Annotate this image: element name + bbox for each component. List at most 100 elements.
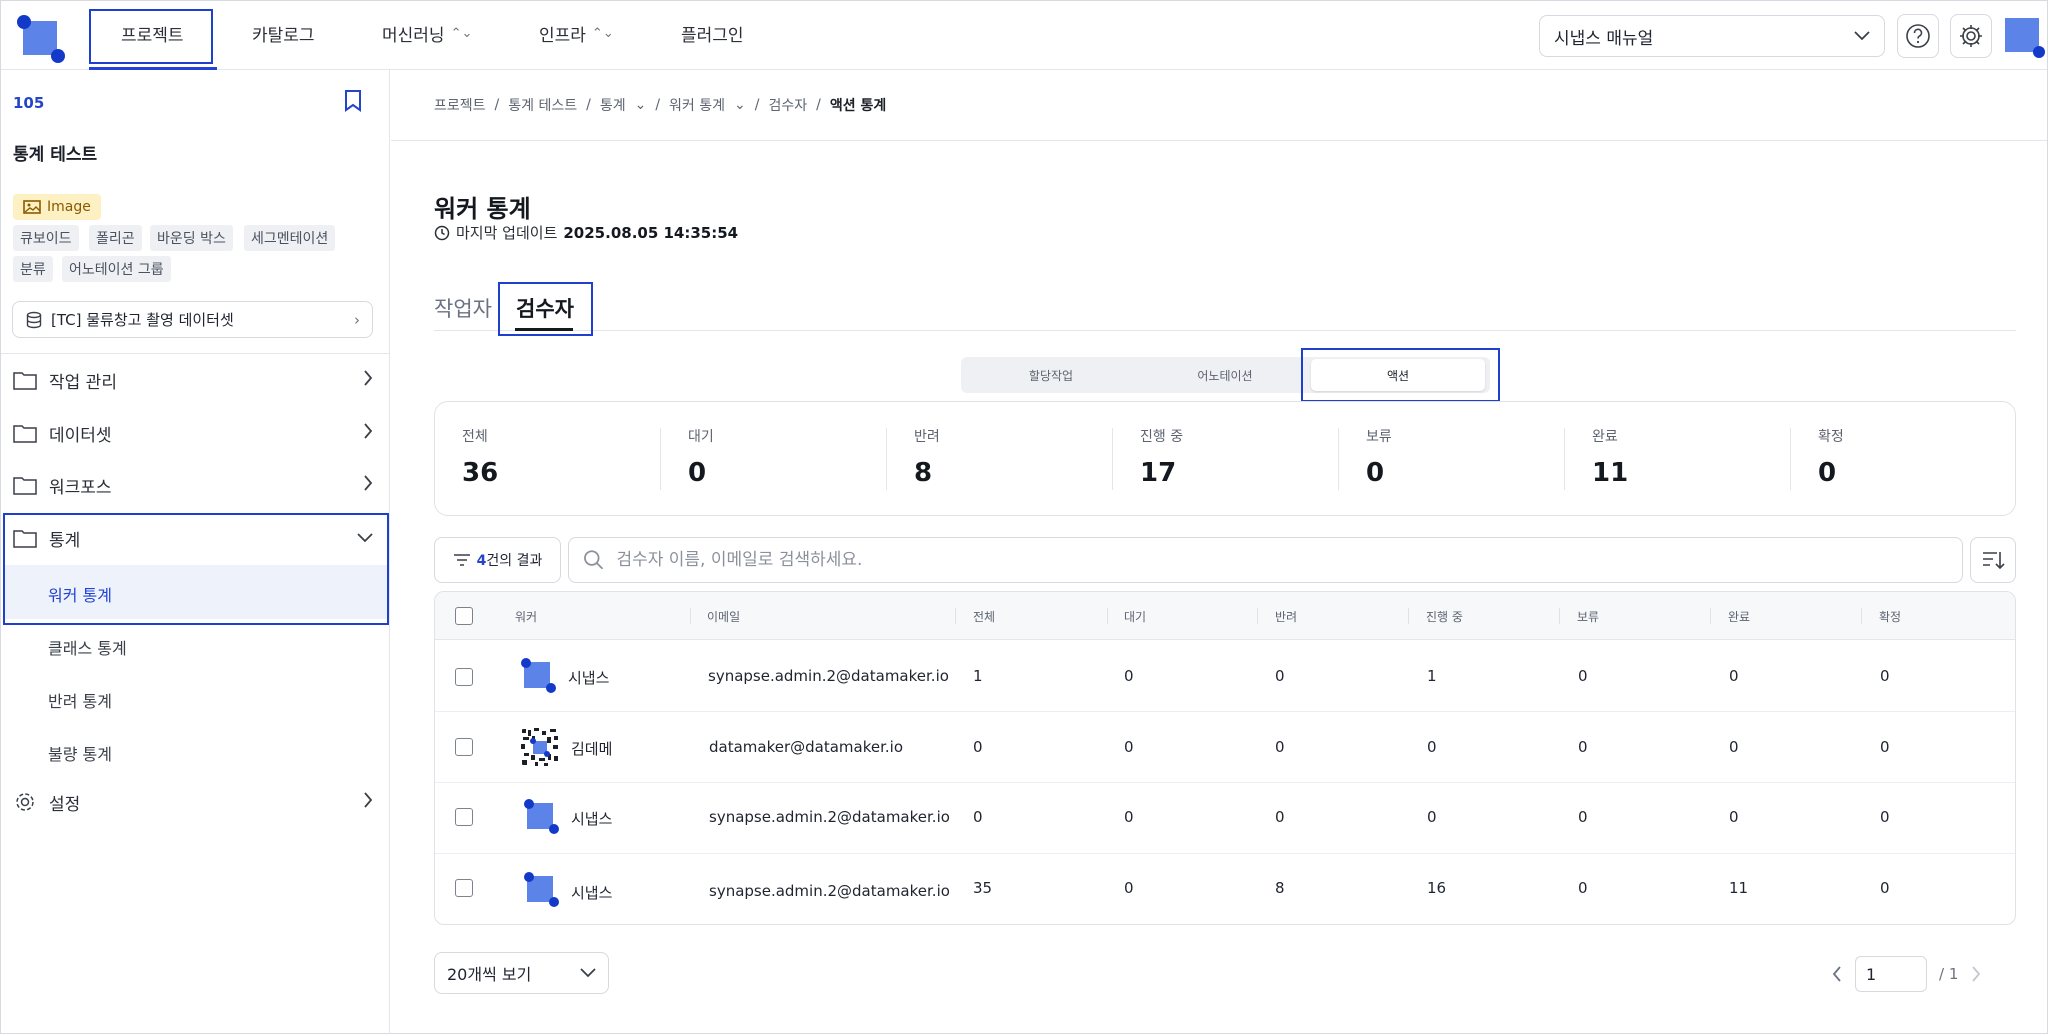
chevron-down-icon — [357, 528, 373, 548]
chevron-down-icon[interactable]: ⌄ — [635, 97, 647, 113]
search-input[interactable] — [616, 550, 1948, 570]
settings-button[interactable] — [1950, 14, 1992, 58]
row-checkbox[interactable] — [455, 808, 473, 826]
app-window: 프로젝트 카탈로그 머신러닝 ⌃⌄ 인프라 ⌃⌄ 플러그인 시냅스 매뉴얼 105 … — [0, 0, 2048, 1034]
breadcrumb-item[interactable]: 통계 — [600, 95, 626, 115]
logo[interactable] — [17, 15, 65, 63]
manual-select[interactable]: 시냅스 매뉴얼 — [1539, 15, 1885, 57]
column-header[interactable]: 보류 — [1577, 608, 1599, 625]
table-row[interactable]: 시냅스 synapse.admin.2@datamaker.io 35 0 8 … — [435, 854, 2015, 924]
column-header[interactable]: 워커 — [515, 608, 537, 625]
cell-waiting: 0 — [1124, 738, 1134, 756]
image-icon — [23, 200, 41, 214]
nav-item-project[interactable]: 프로젝트 — [121, 21, 184, 46]
avatar — [519, 655, 559, 695]
nav-item-plugin[interactable]: 플러그인 — [681, 21, 744, 46]
cell-done: 11 — [1729, 879, 1749, 897]
segment-annotation[interactable]: 어노테이션 — [1136, 357, 1314, 393]
table-row[interactable]: 시냅스 synapse.admin.2@datamaker.io 0 0 0 0… — [435, 783, 2015, 854]
table-row[interactable]: 김데메 datamaker@datamaker.io 0 0 0 0 0 0 0 — [435, 712, 2015, 783]
project-name: 통계 테스트 — [13, 145, 98, 165]
column-header[interactable]: 확정 — [1879, 608, 1901, 625]
annotation-tag: 큐보이드 — [13, 225, 79, 251]
dataset-selector[interactable]: [TC] 물류창고 촬영 데이터셋 › — [12, 301, 373, 338]
avatar — [520, 727, 560, 767]
filter-button[interactable]: 4건의 결과 — [434, 537, 561, 583]
folder-icon — [13, 425, 37, 443]
column-header[interactable]: 반려 — [1275, 608, 1297, 625]
nav-item-infra[interactable]: 인프라 ⌃⌄ — [539, 21, 614, 46]
search-box[interactable] — [568, 537, 1963, 583]
segment-assigned[interactable]: 할당작업 — [961, 357, 1141, 393]
annotation-tag: 분류 — [13, 256, 53, 282]
sidebar-subitem-class-stats[interactable]: 클래스 통계 — [48, 635, 127, 659]
worker-table: 워커 이메일 전체 대기 반려 진행 중 보류 완료 확정 시냅스 synaps… — [434, 591, 2016, 925]
divider — [391, 140, 2047, 141]
page-title: 워커 통계 — [434, 195, 531, 223]
database-icon — [26, 311, 42, 328]
pagination: 1 / 1 — [1831, 956, 1982, 992]
sidebar-item-dataset[interactable]: 데이터셋 — [13, 413, 373, 453]
column-header[interactable]: 대기 — [1124, 608, 1146, 625]
row-checkbox[interactable] — [455, 668, 473, 686]
avatar — [522, 796, 562, 836]
worker-name: 시냅스 — [571, 810, 613, 828]
nav-item-catalog[interactable]: 카탈로그 — [252, 21, 315, 46]
sidebar-item-settings[interactable]: 설정 — [13, 782, 373, 822]
cell-in-progress: 0 — [1427, 808, 1437, 826]
table-row[interactable]: 시냅스 synapse.admin.2@datamaker.io 1 0 0 1… — [435, 641, 2015, 712]
cell-hold: 0 — [1578, 808, 1588, 826]
column-header[interactable]: 완료 — [1728, 608, 1750, 625]
bookmark-button[interactable] — [343, 90, 363, 116]
stat-waiting: 대기 0 — [688, 429, 714, 488]
user-avatar[interactable] — [2003, 16, 2045, 58]
sidebar: 105 통계 테스트 Image 큐보이드 폴리곤 바운딩 박스 세그멘테이션 … — [1, 70, 390, 1034]
cell-total: 1 — [973, 667, 983, 685]
chevron-down-icon — [580, 968, 596, 978]
gear-icon — [16, 793, 34, 811]
column-header[interactable]: 진행 중 — [1426, 608, 1463, 625]
cell-in-progress: 16 — [1427, 879, 1447, 897]
chevron-down-icon[interactable]: ⌄ — [734, 97, 746, 113]
tab-worker[interactable]: 작업자 — [434, 293, 492, 323]
chevron-right-icon — [363, 791, 373, 813]
row-checkbox[interactable] — [455, 879, 473, 897]
breadcrumb-item[interactable]: 프로젝트 — [434, 95, 486, 115]
sidebar-item-label: 데이터셋 — [49, 425, 112, 446]
breadcrumb-item[interactable]: 검수자 — [768, 95, 807, 115]
row-checkbox[interactable] — [455, 738, 473, 756]
page-size-value: 20개씩 보기 — [447, 965, 532, 984]
sidebar-subitem-defect-stats[interactable]: 불량 통계 — [48, 741, 112, 765]
page-input[interactable]: 1 — [1855, 956, 1927, 992]
stat-rejected: 반려 8 — [914, 429, 940, 488]
chevron-left-icon[interactable] — [1831, 965, 1843, 983]
cell-waiting: 0 — [1124, 667, 1134, 685]
breadcrumb-current: 액션 통계 — [829, 98, 887, 114]
nav-item-ml[interactable]: 머신러닝 ⌃⌄ — [382, 21, 472, 46]
chevron-right-icon[interactable] — [1970, 965, 1982, 983]
sidebar-item-workforce[interactable]: 워크포스 — [13, 465, 373, 505]
result-count-label: 건의 결과 — [486, 553, 543, 569]
gear-icon — [1960, 25, 1982, 47]
help-button[interactable] — [1897, 14, 1939, 58]
cell-total: 0 — [973, 738, 983, 756]
select-all-checkbox[interactable] — [455, 607, 473, 625]
page-size-select[interactable]: 20개씩 보기 — [434, 952, 609, 994]
cell-total: 0 — [973, 808, 983, 826]
stat-hold: 보류 0 — [1366, 429, 1392, 488]
sidebar-subitem-reject-stats[interactable]: 반려 통계 — [48, 688, 112, 712]
sort-button[interactable] — [1970, 537, 2016, 583]
breadcrumb-item[interactable]: 통계 테스트 — [508, 95, 577, 115]
top-nav: 프로젝트 카탈로그 머신러닝 ⌃⌄ 인프라 ⌃⌄ 플러그인 시냅스 매뉴얼 — [1, 1, 2047, 70]
stat-confirmed: 확정 0 — [1818, 429, 1844, 488]
sidebar-item-task-management[interactable]: 작업 관리 — [13, 360, 373, 400]
stat-in-progress: 진행 중 17 — [1140, 429, 1184, 488]
sidebar-subitem-worker-stats[interactable]: 워커 통계 — [48, 582, 112, 606]
column-header[interactable]: 전체 — [973, 608, 995, 625]
sidebar-item-stats[interactable]: 통계 — [13, 518, 373, 558]
stats-card: 전체 36 대기 0 반려 8 진행 중 17 보류 0 완료 11 확정 0 — [434, 401, 2016, 516]
breadcrumb-item[interactable]: 워커 통계 — [669, 95, 725, 115]
worker-email: synapse.admin.2@datamaker.io — [709, 882, 950, 900]
last-updated-value: 2025.08.05 14:35:54 — [563, 223, 739, 242]
column-header[interactable]: 이메일 — [707, 608, 740, 625]
